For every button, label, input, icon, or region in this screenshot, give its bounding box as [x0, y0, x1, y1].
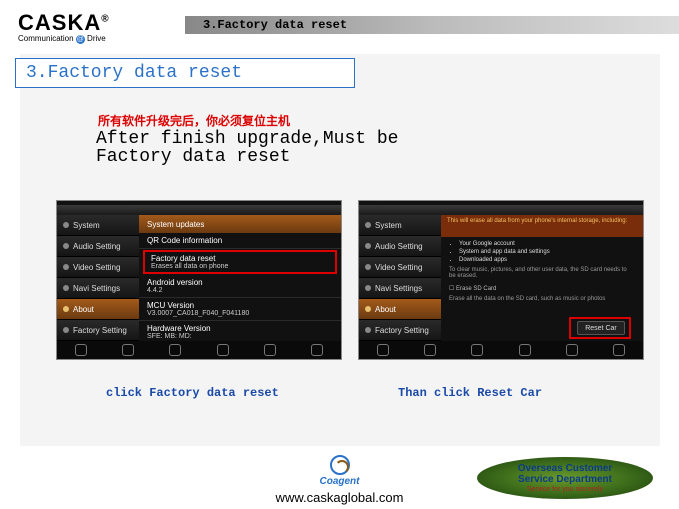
reset-panel: This will erase all data from your phone…	[441, 215, 643, 341]
nav-icon[interactable]	[264, 344, 276, 356]
note-text: Erase all the data on the SD card, such …	[449, 296, 635, 302]
footer: Coagent www.caskaglobal.com Overseas Cus…	[0, 447, 679, 509]
bottom-bar	[57, 341, 341, 359]
footer-url: www.caskaglobal.com	[276, 490, 404, 505]
section-title-box: 3.Factory data reset	[15, 58, 355, 88]
brand-logo: CASKA® Communication @ Drive	[18, 10, 110, 44]
warning-banner: This will erase all data from your phone…	[441, 215, 643, 237]
music-icon[interactable]	[122, 344, 134, 356]
sidebar-item-navi[interactable]: Navi Settings	[57, 278, 139, 299]
sidebar-item-video[interactable]: Video Setting	[57, 257, 139, 278]
sidebar-item-system[interactable]: System	[359, 215, 441, 236]
about-panel: System updates QR Code information Facto…	[139, 215, 341, 341]
caption-left: click Factory data reset	[106, 386, 279, 400]
screenshot-left: System Audio Setting Video Setting Navi …	[56, 200, 342, 360]
sidebar-item-navi[interactable]: Navi Settings	[359, 278, 441, 299]
panel-header: System updates	[139, 215, 341, 233]
bottom-bar	[359, 341, 643, 359]
slide-body: 3.Factory data reset 所有软件升级完后，你必须复位主机 Af…	[20, 54, 660, 446]
note-english: After finish upgrade,Must be Factory dat…	[96, 130, 476, 166]
sidebar-item-factory[interactable]: Factory Setting	[57, 320, 139, 341]
bullet-item: Downloaded apps	[459, 257, 635, 263]
screenshot-right: System Audio Setting Video Setting Navi …	[358, 200, 644, 360]
sidebar-item-system[interactable]: System	[57, 215, 139, 236]
status-bar	[57, 205, 341, 215]
highlight-box	[569, 317, 631, 339]
row-mcu-version: MCU Version V3.0007_CA018_F040_F041180	[139, 298, 341, 321]
sidebar-item-about[interactable]: About	[57, 299, 139, 320]
coagent-icon	[330, 455, 350, 475]
header-bar: 3.Factory data reset	[185, 16, 679, 34]
footer-logo: Coagent	[320, 455, 360, 487]
section-title: 3.Factory data reset	[26, 63, 242, 83]
sidebar: System Audio Setting Video Setting Navi …	[359, 215, 441, 341]
department-badge: Overseas Customer Service Department Ser…	[477, 457, 653, 499]
contacts-icon[interactable]	[75, 344, 87, 356]
media-icon[interactable]	[613, 344, 625, 356]
erase-sd-checkbox[interactable]: ☐ Erase SD Card	[449, 285, 635, 292]
music-icon[interactable]	[424, 344, 436, 356]
headset-icon[interactable]	[519, 344, 531, 356]
sidebar-item-audio[interactable]: Audio Setting	[359, 236, 441, 257]
sidebar-item-factory[interactable]: Factory Setting	[359, 320, 441, 341]
bluetooth-icon[interactable]	[169, 344, 181, 356]
media-icon[interactable]	[311, 344, 323, 356]
sidebar: System Audio Setting Video Setting Navi …	[57, 215, 139, 341]
nav-icon[interactable]	[566, 344, 578, 356]
bluetooth-icon[interactable]	[471, 344, 483, 356]
row-qr[interactable]: QR Code information	[139, 233, 341, 249]
sidebar-item-about[interactable]: About	[359, 299, 441, 320]
row-factory-reset[interactable]: Factory data reset Erases all data on ph…	[143, 250, 337, 274]
sidebar-item-audio[interactable]: Audio Setting	[57, 236, 139, 257]
note-chinese: 所有软件升级完后，你必须复位主机	[98, 112, 290, 129]
status-bar	[359, 205, 643, 215]
header-title: 3.Factory data reset	[185, 16, 679, 34]
headset-icon[interactable]	[217, 344, 229, 356]
note-text: To clear music, pictures, and other user…	[449, 267, 635, 279]
bullet-item: System and app data and settings	[459, 249, 635, 255]
caption-right: Than click Reset Car	[398, 386, 542, 400]
contacts-icon[interactable]	[377, 344, 389, 356]
bullet-item: Your Google account	[459, 241, 635, 247]
sidebar-item-video[interactable]: Video Setting	[359, 257, 441, 278]
row-android-version: Android version 4.4.2	[139, 275, 341, 298]
